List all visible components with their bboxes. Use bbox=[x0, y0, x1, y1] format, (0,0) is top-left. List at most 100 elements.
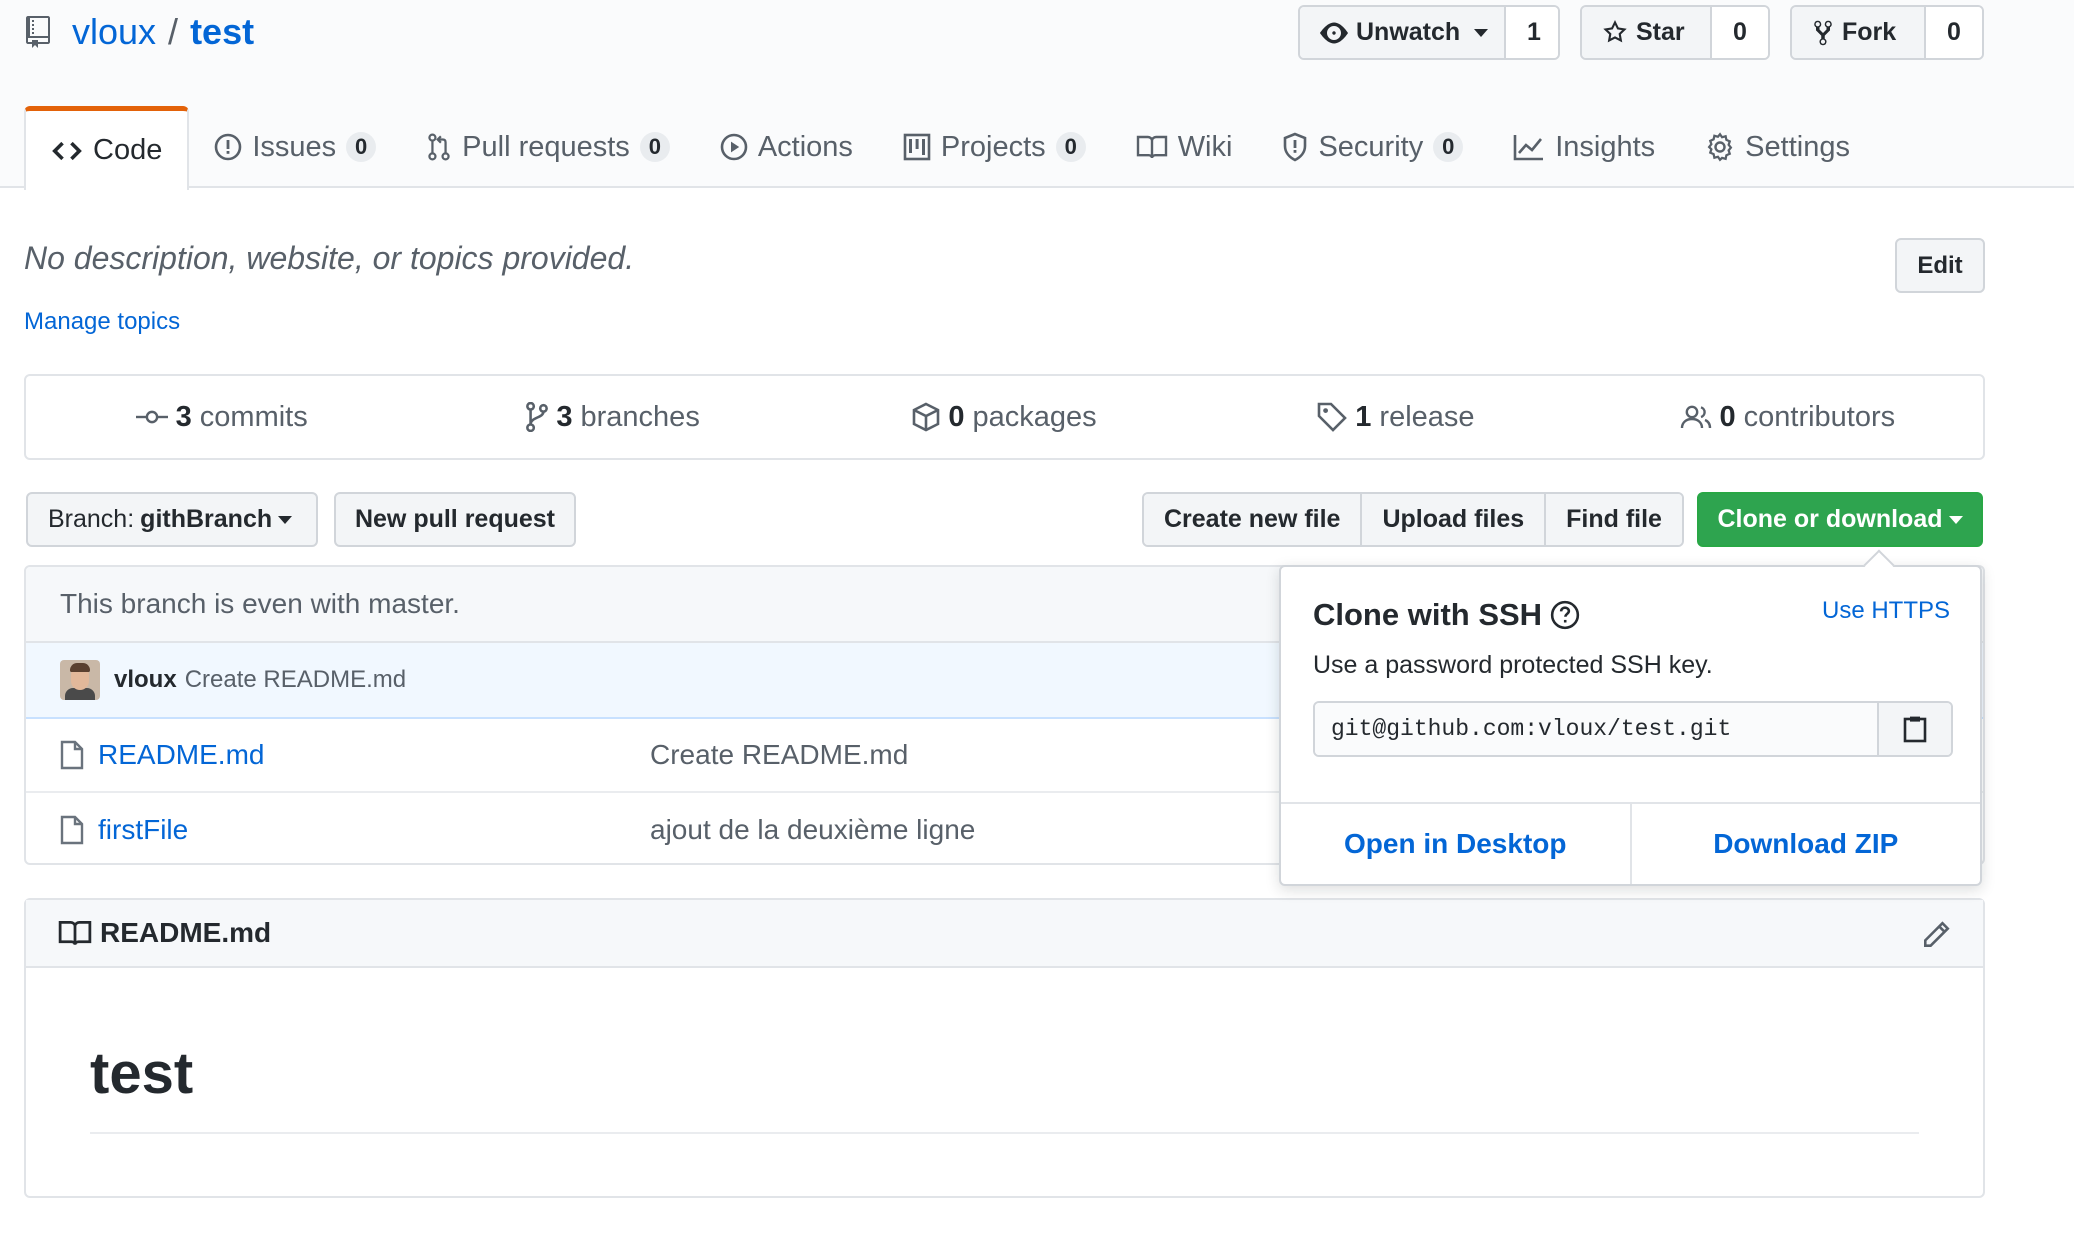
contributors-count: 0 bbox=[1719, 400, 1736, 433]
readme-heading: test bbox=[90, 1041, 194, 1106]
branch-select-button[interactable]: Branch: githBranch bbox=[26, 492, 318, 547]
tab-insights[interactable]: Insights bbox=[1488, 106, 1680, 188]
upload-files-button[interactable]: Upload files bbox=[1362, 494, 1547, 545]
file-icon bbox=[60, 740, 84, 770]
eye-icon bbox=[1320, 22, 1348, 44]
branches-count: 3 bbox=[556, 400, 573, 433]
unwatch-button[interactable]: Unwatch bbox=[1300, 7, 1506, 58]
avatar[interactable] bbox=[60, 660, 100, 700]
tab-issues[interactable]: Issues 0 bbox=[189, 106, 401, 188]
branch-name: githBranch bbox=[140, 505, 273, 533]
commits-link[interactable]: 3 commits bbox=[26, 401, 417, 434]
tab-counter: 0 bbox=[1433, 132, 1464, 162]
tab-label: Actions bbox=[757, 130, 853, 163]
new-pull-request-button[interactable]: New pull request bbox=[334, 492, 576, 547]
fork-group: Fork 0 bbox=[1790, 5, 1984, 60]
tab-counter: 0 bbox=[639, 132, 670, 162]
tab-projects[interactable]: Projects 0 bbox=[878, 106, 1111, 188]
heading-divider bbox=[90, 1132, 1919, 1134]
file-commit-message-link[interactable]: ajout de la deuxième ligne bbox=[650, 814, 975, 846]
commits-count: 3 bbox=[175, 400, 192, 433]
star-label: Star bbox=[1636, 18, 1685, 46]
tab-label: Security bbox=[1318, 130, 1424, 163]
tab-counter: 0 bbox=[346, 132, 377, 162]
graph-icon bbox=[1513, 133, 1545, 161]
book-icon bbox=[1136, 134, 1168, 160]
clone-url-group bbox=[1313, 701, 1953, 757]
open-in-desktop-button[interactable]: Open in Desktop bbox=[1281, 804, 1632, 884]
repo-separator: / bbox=[168, 11, 179, 52]
fork-button[interactable]: Fork bbox=[1792, 7, 1926, 58]
clone-popover: Clone with SSH Use HTTPS Use a password … bbox=[1279, 549, 1982, 886]
repo-name-link[interactable]: test bbox=[190, 11, 254, 53]
clone-url-input[interactable] bbox=[1315, 703, 1877, 755]
releases-label: release bbox=[1379, 400, 1475, 433]
forks-count[interactable]: 0 bbox=[1926, 7, 1982, 58]
unwatch-label: Unwatch bbox=[1356, 18, 1461, 46]
clone-title-text: Clone with SSH bbox=[1313, 597, 1543, 632]
project-icon bbox=[903, 133, 931, 161]
tab-actions[interactable]: Actions bbox=[695, 106, 878, 188]
find-file-button[interactable]: Find file bbox=[1546, 494, 1682, 545]
branch-prefix: Branch: bbox=[48, 505, 135, 533]
tab-pull-requests[interactable]: Pull requests 0 bbox=[401, 106, 695, 188]
readme-filename: README.md bbox=[100, 917, 272, 948]
repo-title: vloux / test bbox=[26, 6, 254, 58]
repo-owner-link[interactable]: vloux bbox=[72, 11, 156, 53]
fork-icon bbox=[1812, 19, 1834, 47]
tab-wiki[interactable]: Wiki bbox=[1111, 106, 1258, 188]
clone-actions: Open in Desktop Download ZIP bbox=[1281, 802, 1980, 884]
tab-label: Projects bbox=[940, 130, 1046, 163]
tab-counter: 0 bbox=[1055, 132, 1086, 162]
create-new-file-button[interactable]: Create new file bbox=[1144, 494, 1363, 545]
question-icon[interactable] bbox=[1550, 600, 1580, 630]
releases-link[interactable]: 1 release bbox=[1200, 401, 1591, 434]
star-button[interactable]: Star bbox=[1582, 7, 1712, 58]
branches-link[interactable]: 3 branches bbox=[417, 401, 808, 434]
clone-or-download-button[interactable]: Clone or download bbox=[1697, 492, 1983, 547]
pencil-icon[interactable] bbox=[1921, 920, 1951, 950]
packages-link[interactable]: 0 packages bbox=[809, 401, 1200, 434]
download-zip-button[interactable]: Download ZIP bbox=[1632, 804, 1981, 884]
file-name-link[interactable]: README.md bbox=[98, 739, 650, 771]
play-icon bbox=[720, 133, 748, 161]
file-name-link[interactable]: firstFile bbox=[98, 814, 650, 846]
tab-label: Wiki bbox=[1177, 130, 1233, 163]
gear-icon bbox=[1705, 132, 1735, 162]
chevron-down-icon bbox=[278, 515, 293, 524]
tab-settings[interactable]: Settings bbox=[1680, 106, 1875, 188]
tab-label: Pull requests bbox=[462, 130, 630, 163]
stars-count[interactable]: 0 bbox=[1712, 7, 1768, 58]
file-icon bbox=[60, 815, 84, 845]
contributors-label: contributors bbox=[1743, 400, 1896, 433]
chevron-down-icon bbox=[1474, 28, 1489, 37]
manage-topics-link[interactable]: Manage topics bbox=[24, 308, 180, 336]
clipboard-icon bbox=[1903, 715, 1927, 743]
tab-label: Code bbox=[93, 134, 163, 166]
use-https-link[interactable]: Use HTTPS bbox=[1822, 597, 1950, 625]
copy-button[interactable] bbox=[1877, 703, 1951, 755]
tab-code[interactable]: Code bbox=[24, 106, 190, 190]
people-icon bbox=[1680, 404, 1712, 430]
book-icon bbox=[58, 919, 92, 947]
clone-title: Clone with SSH bbox=[1313, 597, 1580, 633]
contributors-link[interactable]: 0 contributors bbox=[1592, 401, 1983, 434]
commit-author-link[interactable]: vloux bbox=[114, 666, 177, 694]
package-icon bbox=[912, 402, 940, 432]
tab-label: Issues bbox=[252, 130, 337, 163]
readme-panel: README.md test bbox=[24, 898, 1985, 1198]
watchers-count[interactable]: 1 bbox=[1506, 7, 1558, 58]
repo-description: No description, website, or topics provi… bbox=[24, 240, 635, 276]
tab-security[interactable]: Security 0 bbox=[1257, 106, 1488, 188]
tab-label: Settings bbox=[1745, 130, 1850, 163]
clone-subtitle: Use a password protected SSH key. bbox=[1313, 651, 1713, 679]
repo-icon bbox=[26, 16, 50, 48]
clone-button-label: Clone or download bbox=[1717, 505, 1943, 533]
fork-label: Fork bbox=[1842, 18, 1897, 46]
commit-message-link[interactable]: Create README.md bbox=[185, 666, 406, 694]
packages-count: 0 bbox=[948, 400, 965, 433]
watch-group: Unwatch 1 bbox=[1298, 5, 1560, 60]
file-commit-message-link[interactable]: Create README.md bbox=[650, 739, 908, 771]
popover-arrow bbox=[1863, 549, 1895, 581]
edit-button[interactable]: Edit bbox=[1895, 238, 1985, 293]
